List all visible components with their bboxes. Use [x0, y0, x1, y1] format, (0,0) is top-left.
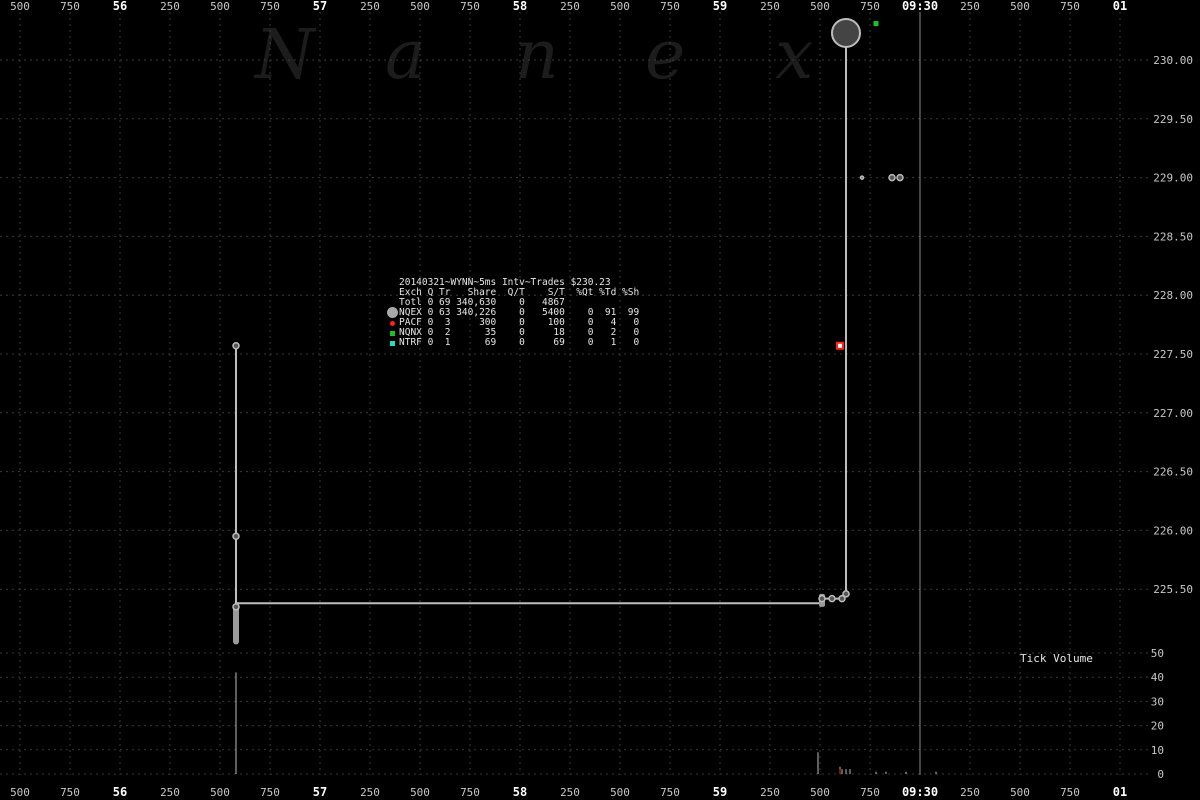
- watermark-letter: N: [253, 16, 317, 95]
- time-tick-label: 500: [410, 0, 430, 13]
- price-tick-label: 228.00: [1153, 289, 1193, 302]
- watermark-letter: a: [385, 16, 426, 95]
- price-axis: 230.00 229.50 229.00 228.50 228.00 227.50 227.…: [1153, 54, 1193, 596]
- time-tick-label: 500: [610, 786, 630, 799]
- pacf-marker-icon: [388, 318, 399, 328]
- time-tick-label: 09:30: [902, 785, 938, 799]
- time-tick-label: 56: [113, 785, 127, 799]
- time-tick-label: 57: [313, 0, 327, 13]
- time-tick-label: 750: [860, 786, 880, 799]
- volume-axis: 50 40 30 20 10 0: [1151, 647, 1164, 781]
- time-tick-label: 250: [960, 786, 980, 799]
- price-tick-label: 228.50: [1153, 230, 1193, 243]
- volume-bars: [235, 672, 937, 774]
- trade-marker-nqex: [818, 594, 826, 603]
- volume-tick-label: 0: [1157, 768, 1164, 781]
- time-tick-label: 250: [560, 0, 580, 13]
- time-tick-label: 750: [60, 786, 80, 799]
- trade-marker-nqex: [888, 173, 896, 182]
- time-tick-label: 57: [313, 785, 327, 799]
- time-tick-label: 500: [610, 0, 630, 13]
- time-tick-label: 250: [960, 0, 980, 13]
- time-tick-label: 250: [160, 786, 180, 799]
- time-tick-label: 500: [10, 0, 30, 13]
- time-tick-label: 500: [1010, 0, 1030, 13]
- volume-tick-label: 20: [1151, 720, 1164, 733]
- time-tick-label: 750: [1060, 0, 1080, 13]
- time-tick-label: 250: [360, 786, 380, 799]
- volume-tick-label: 50: [1151, 647, 1164, 660]
- time-tick-label: 01: [1113, 0, 1127, 13]
- time-tick-label: 750: [460, 786, 480, 799]
- trade-marker-nqex: [896, 173, 904, 182]
- stats-row-ntrf: NTRF 0 1 69 0 69 0 1 0: [388, 338, 639, 348]
- time-tick-label: 750: [660, 786, 680, 799]
- time-tick-label: 750: [460, 0, 480, 13]
- bottom-time-axis: 500 750 56 250 500 750 57 250 500 750 58 250 500 750 5…: [10, 785, 1127, 799]
- time-tick-label: 58: [513, 0, 527, 13]
- price-tick-label: 227.00: [1153, 407, 1193, 420]
- watermark-letter: x: [775, 16, 813, 95]
- trade-marker-nqex: [842, 590, 850, 598]
- time-tick-label: 250: [560, 786, 580, 799]
- time-tick-label: 750: [260, 0, 280, 13]
- trade-marker-pacf: [836, 341, 844, 350]
- stats-row-text: NTRF 0 1 69 0 69 0 1 0: [399, 337, 640, 348]
- nqex-marker-icon: [387, 307, 399, 318]
- price-tick-label: 227.50: [1153, 348, 1193, 361]
- trade-marker-nqex: [831, 17, 861, 48]
- time-tick-label: 250: [760, 786, 780, 799]
- time-tick-label: 58: [513, 785, 527, 799]
- time-tick-label: 250: [360, 0, 380, 13]
- time-tick-label: 500: [210, 786, 230, 799]
- time-tick-label: 500: [1010, 786, 1030, 799]
- price-tick-label: 229.50: [1153, 113, 1193, 126]
- exchange-stats-legend: 20140321~WYNN~5ms Intv~Trades $230.23 Ex…: [387, 278, 639, 348]
- time-tick-label: 750: [60, 0, 80, 13]
- time-tick-label: 09:30: [902, 0, 938, 13]
- price-tick-label: 229.00: [1153, 172, 1193, 185]
- time-tick-label: 500: [410, 786, 430, 799]
- time-tick-label: 500: [10, 786, 30, 799]
- trade-marker-nqnx: [873, 21, 879, 27]
- trade-marker-nqex: [859, 175, 865, 180]
- time-tick-label: 500: [810, 786, 830, 799]
- price-tick-label: 226.00: [1153, 524, 1193, 537]
- chart-grid: [0, 12, 1148, 775]
- time-tick-label: 250: [160, 0, 180, 13]
- trade-marker-nqex: [828, 594, 836, 603]
- price-tick-label: 225.50: [1153, 583, 1193, 596]
- time-tick-label: 750: [860, 0, 880, 13]
- trade-marker-nqex: [232, 532, 240, 541]
- time-tick-label: 250: [760, 0, 780, 13]
- volume-tick-label: 40: [1151, 671, 1164, 684]
- nanex-watermark: Na n e x: [253, 16, 813, 95]
- nqnx-marker-icon: [388, 328, 399, 338]
- time-tick-label: 500: [810, 0, 830, 13]
- watermark-letter: n: [515, 16, 559, 95]
- legend-spacer: [388, 278, 399, 288]
- watermark-letter: e: [645, 16, 685, 95]
- time-tick-label: 01: [1113, 785, 1127, 799]
- time-tick-label: 56: [113, 0, 127, 13]
- top-time-axis: 500 750 56 250 500 750 57 250 500 750 58 250 500 750 5…: [10, 0, 1127, 13]
- time-tick-label: 750: [660, 0, 680, 13]
- volume-tick-label: 10: [1151, 744, 1164, 757]
- tick-volume-label: Tick Volume: [1020, 652, 1093, 665]
- volume-tick-label: 30: [1151, 695, 1164, 708]
- trade-marker-nqex: [232, 342, 240, 350]
- time-tick-label: 750: [1060, 786, 1080, 799]
- legend-spacer: [388, 288, 399, 298]
- price-tick-label: 226.50: [1153, 466, 1193, 479]
- price-tick-label: 230.00: [1153, 54, 1193, 67]
- price-chart: Nanex 500 750 56 250 500 750 57 250 500 750 58 250 5…: [0, 0, 1193, 799]
- time-tick-label: 500: [210, 0, 230, 13]
- time-tick-label: 750: [260, 786, 280, 799]
- time-tick-label: 59: [713, 785, 727, 799]
- ntrf-marker-icon: [388, 338, 399, 348]
- trade-marker-nqex: [232, 603, 240, 611]
- time-tick-label: 59: [713, 0, 727, 13]
